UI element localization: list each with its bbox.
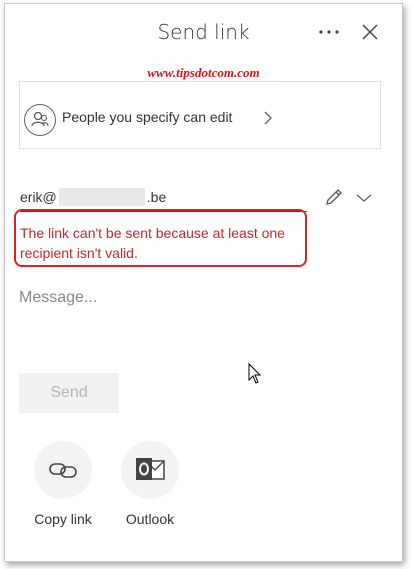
- chevron-right-icon: [264, 111, 272, 125]
- link-icon: [49, 463, 77, 478]
- recipient-suffix: .be: [146, 189, 167, 205]
- watermark: www.tipsdotcom.com: [147, 65, 260, 80]
- redacted-email: [58, 188, 145, 206]
- close-button[interactable]: [356, 18, 384, 46]
- ellipsis-icon: [319, 30, 339, 34]
- permission-selector[interactable]: People you specify can edit: [19, 81, 381, 149]
- chevron-down-icon: [356, 194, 372, 202]
- edit-recipient-button[interactable]: [323, 186, 345, 208]
- mouse-cursor-icon: [248, 363, 262, 384]
- dialog-header: Send link: [5, 4, 402, 60]
- copy-link-option[interactable]: Copy link: [28, 441, 98, 527]
- outlook-option[interactable]: Outlook: [115, 441, 185, 527]
- close-icon: [362, 24, 378, 40]
- people-icon: [24, 104, 56, 136]
- copy-link-label: Copy link: [34, 511, 92, 527]
- recipient-chip[interactable]: erik@ .be: [20, 188, 166, 206]
- outlook-label: Outlook: [125, 511, 175, 527]
- permission-label: People you specify can edit: [62, 109, 233, 125]
- recipient-prefix: erik@: [20, 189, 57, 205]
- recipient-dropdown-button[interactable]: [356, 190, 372, 204]
- message-input[interactable]: Message...: [19, 289, 97, 307]
- error-message: The link can't be sent because at least …: [20, 225, 285, 261]
- copy-link-button[interactable]: [34, 441, 92, 499]
- send-button[interactable]: Send: [19, 373, 119, 413]
- send-link-dialog: Send link www.tipsdotcom.com People you …: [4, 3, 403, 562]
- outlook-button[interactable]: [121, 441, 179, 499]
- outlook-icon: [136, 458, 165, 480]
- more-options-button[interactable]: [315, 18, 343, 46]
- pencil-icon: [326, 189, 342, 205]
